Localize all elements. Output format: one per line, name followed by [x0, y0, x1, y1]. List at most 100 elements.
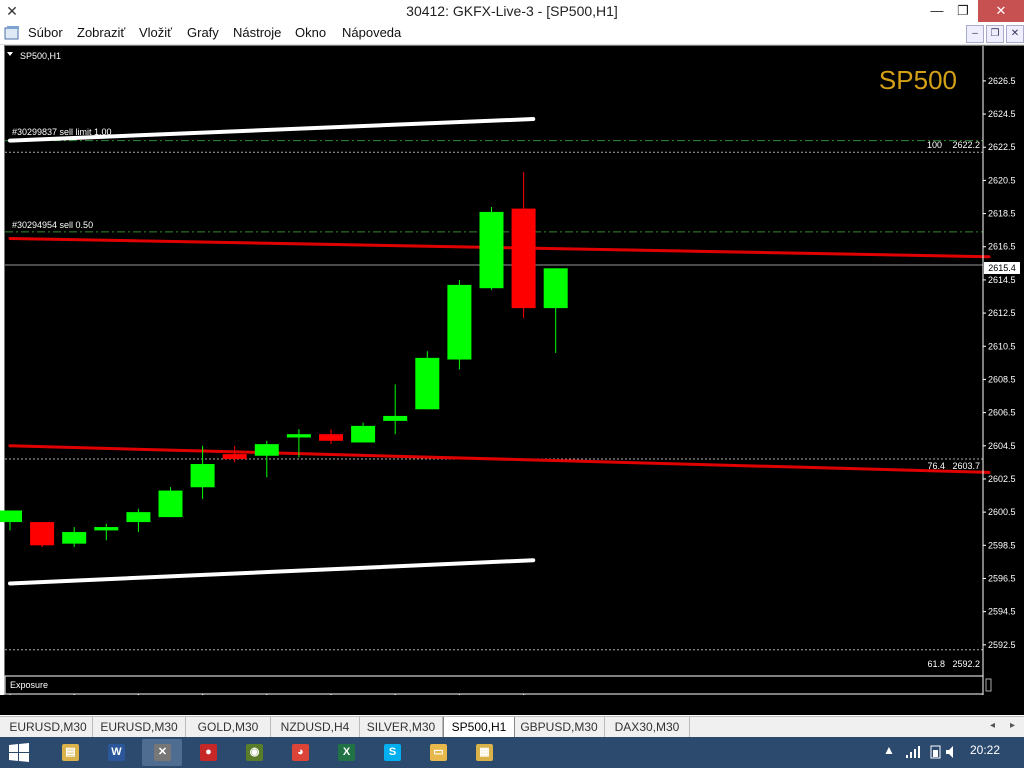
chrome-app[interactable]: ◕ — [280, 739, 320, 766]
taskbar-clock[interactable]: 20:22 — [970, 743, 1000, 757]
menu-okno[interactable]: Okno — [295, 25, 326, 40]
y-tick-label: 2622.5 — [988, 142, 1016, 152]
candle-body — [222, 454, 247, 460]
y-tick-label: 2602.5 — [988, 474, 1016, 484]
show-hidden-icons-icon[interactable]: ▲ — [883, 743, 895, 757]
y-tick-label: 2604.5 — [988, 441, 1016, 451]
tab-nzdusd-h4[interactable]: NZDUSD,H4 — [271, 717, 360, 737]
close-button[interactable]: ✕ — [978, 0, 1024, 22]
y-tick-label: 2626.5 — [988, 76, 1016, 86]
candle-body — [158, 490, 183, 518]
tab-sp500-h1[interactable]: SP500,H1 — [443, 717, 515, 739]
restore-button[interactable]: ❐ — [948, 0, 978, 22]
excel-app[interactable]: X — [326, 739, 366, 766]
tab-scroll-right-icon[interactable]: ▸ — [1010, 720, 1015, 731]
candle-body — [94, 527, 119, 531]
y-tick-label: 2616.5 — [988, 242, 1016, 252]
red-blue-app[interactable]: ● — [188, 739, 228, 766]
price-chart[interactable]: 2626.5 2624.5 2622.5 2620.5 2618.5 2616.5 2614… — [0, 46, 1024, 714]
tab-dax30-m30[interactable]: DAX30,M30 — [605, 717, 690, 737]
skype-icon: S — [384, 744, 401, 761]
menu-nastroje[interactable]: Nástroje — [233, 25, 281, 40]
fib-100-price: 2622.2 — [952, 140, 980, 150]
candle-body — [479, 211, 504, 289]
child-close-button[interactable]: ✕ — [1006, 25, 1024, 43]
y-tick-label: 2592.5 — [988, 640, 1016, 650]
y-tick-label: 2614.5 — [988, 275, 1016, 285]
candle-body — [30, 522, 55, 546]
fib-61-price: 2592.2 — [952, 659, 980, 669]
menu-grafy[interactable]: Grafy — [187, 25, 219, 40]
skype-app[interactable]: S — [372, 739, 412, 766]
current-price-label: 2615.4 — [988, 263, 1016, 273]
network-signal-icon[interactable] — [905, 745, 921, 759]
gallery-icon: ▦ — [476, 744, 493, 761]
y-tick-label: 2624.5 — [988, 109, 1016, 119]
exposure-panel[interactable] — [4, 675, 984, 695]
y-tick-label: 2618.5 — [988, 209, 1016, 219]
globe-app[interactable]: ◉ — [234, 739, 274, 766]
menu-napoveda[interactable]: Nápoveda — [342, 25, 401, 40]
symbol-watermark: SP500 — [879, 65, 957, 95]
candle-body — [319, 434, 343, 441]
sell-order-label: #30294954 sell 0.50 — [12, 220, 93, 230]
candle-body — [351, 425, 376, 443]
chart-time-strip — [0, 695, 1024, 715]
candle-body — [0, 510, 22, 523]
tab-scroll-left-icon[interactable]: ◂ — [990, 720, 995, 731]
tab-silver-m30[interactable]: SILVER,M30 — [360, 717, 443, 737]
folder-app[interactable]: ▭ — [418, 739, 458, 766]
candle-body — [190, 464, 215, 488]
y-tick-label: 2606.5 — [988, 408, 1016, 418]
chart-collapse-arrow-icon[interactable] — [7, 52, 13, 56]
exposure-label: Exposure — [10, 680, 48, 690]
fib-61-level: 61.8 — [927, 659, 945, 669]
word-app[interactable]: W — [96, 739, 136, 766]
excel-icon: X — [338, 744, 355, 761]
menu-bar: Súbor Zobraziť Vložiť Grafy Nástroje Okn… — [0, 23, 1024, 45]
tab-gold-m30[interactable]: GOLD,M30 — [186, 717, 271, 737]
word-icon: W — [108, 744, 125, 761]
window-title: 30412: GKFX-Live-3 - [SP500,H1] — [406, 3, 618, 19]
windows-start-icon[interactable] — [8, 742, 30, 764]
red-blue-icon: ● — [200, 744, 217, 761]
y-tick-label: 2610.5 — [988, 341, 1016, 351]
volume-icon[interactable] — [945, 745, 961, 759]
candle-body — [543, 268, 568, 309]
y-tick-label: 2612.5 — [988, 308, 1016, 318]
y-tick-label: 2620.5 — [988, 175, 1016, 185]
chart-window[interactable]: 2626.5 2624.5 2622.5 2620.5 2618.5 2616.5 2614… — [0, 45, 1024, 710]
folder-icon: ▭ — [430, 744, 447, 761]
tab-eurusd-m30-2[interactable]: EURUSD,M30 — [93, 717, 186, 737]
y-tick-label: 2598.5 — [988, 540, 1016, 550]
metatrader-app[interactable]: ✕ — [142, 739, 182, 766]
gallery-app[interactable]: ▦ — [464, 739, 504, 766]
battery-icon[interactable] — [928, 745, 944, 759]
windows-taskbar: ▤ W ✕ ● ◉ ◕ X S ▭ ▦ ▲ 20:22 — [0, 737, 1024, 768]
channel-lower-line — [8, 558, 536, 586]
fib-76-price: 2603.7 — [952, 461, 980, 471]
file-explorer-app[interactable]: ▤ — [50, 739, 90, 766]
menu-zobrazit[interactable]: Zobraziť — [77, 25, 125, 40]
exposure-scroll-handle[interactable] — [985, 678, 992, 692]
child-minimize-button[interactable]: – — [966, 25, 984, 43]
chart-window-icon[interactable] — [4, 25, 20, 41]
tab-eurusd-m30-1[interactable]: EURUSD,M30 — [4, 717, 93, 737]
candle-body — [383, 415, 408, 421]
metatrader-icon: ✕ — [154, 744, 171, 761]
candle-body — [254, 444, 279, 456]
y-tick-label: 2596.5 — [988, 573, 1016, 583]
menu-vlozit[interactable]: Vložiť — [139, 25, 172, 40]
child-restore-button[interactable]: ❐ — [986, 25, 1004, 43]
chart-tabs-bar: EURUSD,M30 EURUSD,M30 GOLD,M30 NZDUSD,H4… — [0, 716, 1024, 739]
candle-body — [415, 357, 440, 410]
candle-body — [126, 512, 151, 523]
candle-body — [511, 208, 536, 309]
sell-limit-order-label: #30299837 sell limit 1.00 — [12, 127, 112, 137]
candle-body — [286, 434, 311, 438]
y-tick-label: 2594.5 — [988, 607, 1016, 617]
y-tick-label: 2608.5 — [988, 374, 1016, 384]
tab-gbpusd-m30[interactable]: GBPUSD,M30 — [514, 717, 605, 737]
menu-subor[interactable]: Súbor — [28, 25, 63, 40]
globe-icon: ◉ — [246, 744, 263, 761]
